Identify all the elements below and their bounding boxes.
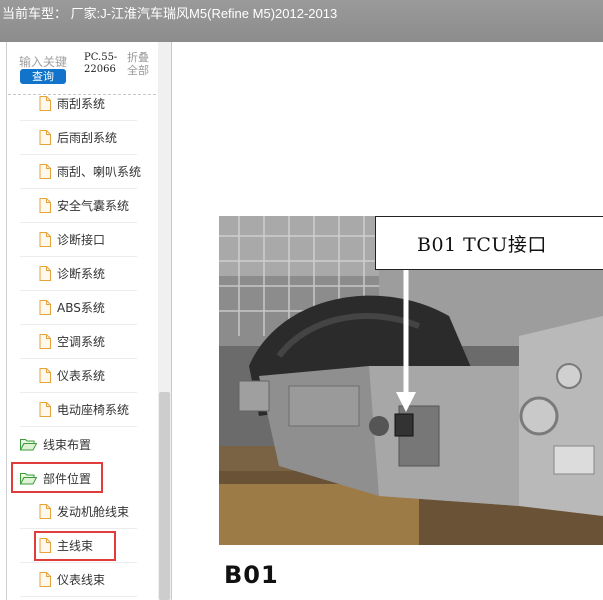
tree-item-label: 电动座椅系统 [57, 403, 130, 417]
tree-item-label: 空调系统 [57, 335, 106, 349]
tree-item-label: 诊断接口 [57, 233, 106, 247]
tree-item-power-seat-system[interactable]: 电动座椅系统 [20, 393, 137, 427]
callout-label-box: B01 TCU接口 [375, 216, 603, 270]
tree-item-instrument-harness[interactable]: 仪表线束 [20, 563, 137, 597]
file-icon [39, 572, 51, 587]
file-icon [39, 334, 51, 349]
sidebar-scrollbar[interactable] [158, 42, 171, 600]
tree-item-diagnostic-port[interactable]: 诊断接口 [20, 223, 137, 257]
highlight-box-component-location [11, 462, 103, 493]
figure-caption: B01 [224, 561, 279, 589]
highlight-box-main-harness [34, 531, 116, 561]
tree-item-label: 发动机舱线束 [57, 505, 130, 519]
file-icon [39, 368, 51, 383]
file-icon [39, 266, 51, 281]
tree-item-label: ABS系统 [57, 301, 105, 315]
tree-item-wiper-horn-system[interactable]: 雨刮、喇叭系统 [20, 155, 141, 189]
folder-open-icon [20, 438, 37, 450]
tree-item-wiper-system[interactable]: 雨刮系统 [20, 87, 137, 121]
search-input[interactable]: 输入关键 [19, 53, 79, 69]
tree-item-label: 安全气囊系统 [57, 199, 130, 213]
fold-all-button[interactable]: 折叠全部 [127, 51, 153, 77]
tree-item-label: 诊断系统 [57, 267, 106, 281]
query-button[interactable]: 查询 [20, 69, 66, 84]
tree-item-ac-system[interactable]: 空调系统 [20, 325, 137, 359]
tree-item-airbag-system[interactable]: 安全气囊系统 [20, 189, 137, 223]
current-model-title: 当前车型： 厂家:J-江淮汽车瑞风M5(Refine M5)2012-2013 [2, 6, 338, 21]
tree-item-label: 仪表线束 [57, 573, 106, 587]
tree-item-instrument-system[interactable]: 仪表系统 [20, 359, 137, 393]
tree-item-abs-system[interactable]: ABS系统 [20, 291, 137, 325]
content-area: B01 TCU接口 B01 [172, 42, 603, 600]
tree-item-diagnostic-system[interactable]: 诊断系统 [20, 257, 137, 291]
sidebar-tree-panel: 输入关键 查询 PC.55-22066 折叠全部 雨刮系统 后雨刮系统 雨刮、喇… [0, 42, 172, 600]
part-code-text: PC.55-22066 [84, 52, 118, 75]
tree-item-label: 仪表系统 [57, 369, 106, 383]
file-icon [39, 198, 51, 213]
tree-item-label: 雨刮、喇叭系统 [57, 165, 142, 179]
file-icon [39, 164, 51, 179]
file-icon [39, 402, 51, 417]
tree-folder-harness-layout[interactable]: 线束布置 [18, 427, 148, 461]
file-icon [39, 232, 51, 247]
tree-item-engine-bay-harness[interactable]: 发动机舱线束 [20, 495, 137, 529]
file-icon [39, 130, 51, 145]
file-icon [39, 96, 51, 111]
tree-item-label: 后雨刮系统 [57, 131, 118, 145]
scrollbar-thumb[interactable] [159, 392, 170, 600]
file-icon [39, 504, 51, 519]
tree-folder-label: 线束布置 [43, 437, 92, 452]
header-bar: 当前车型： 厂家:J-江淮汽车瑞风M5(Refine M5)2012-2013 [0, 0, 603, 42]
tree-left-border [6, 42, 7, 600]
tree-item-label: 雨刮系统 [57, 97, 106, 111]
file-icon [39, 300, 51, 315]
tree-item-rear-wiper-system[interactable]: 后雨刮系统 [20, 121, 137, 155]
